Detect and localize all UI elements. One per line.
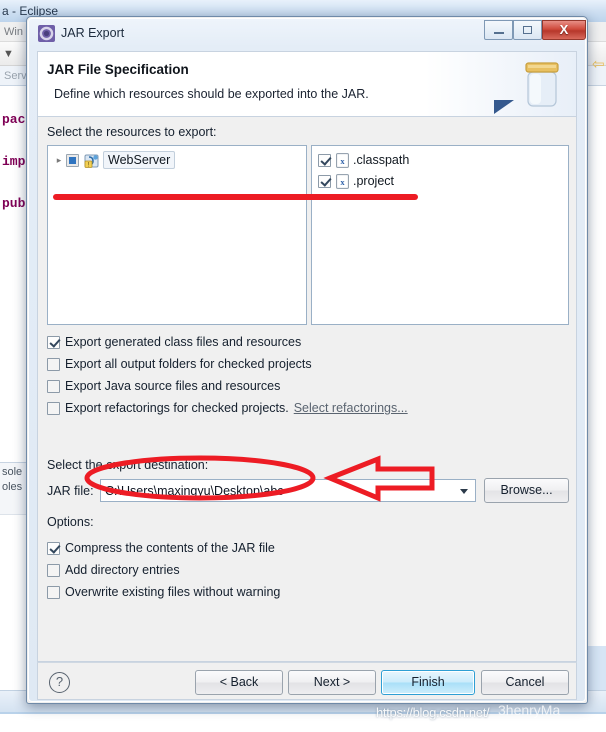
red-underline-annotation [53, 194, 418, 200]
minimize-button[interactable] [484, 20, 513, 40]
jar-jar-icon [494, 62, 559, 114]
watermark-url: https://blog.csdn.net/ [376, 705, 490, 720]
page-description: Define which resources should be exporte… [54, 87, 369, 101]
finish-button[interactable]: Finish [381, 670, 475, 695]
maximize-button[interactable] [513, 20, 542, 40]
tree-checkbox-webserver[interactable] [66, 153, 79, 167]
checkbox-export-generated-class-files[interactable]: Export generated class files and resourc… [47, 333, 301, 351]
resources-label: Select the resources to export: [47, 125, 217, 139]
destination-label: Select the export destination: [47, 458, 209, 472]
list-item[interactable]: x .project [318, 171, 394, 191]
file-checkbox-project[interactable] [318, 174, 331, 188]
collapse-arrow-icon[interactable]: ⇦ [592, 55, 605, 73]
browse-button[interactable]: Browse... [484, 478, 569, 503]
help-icon[interactable]: ? [49, 672, 70, 693]
checkbox-label: Export Java source files and resources [65, 379, 281, 393]
checkbox-label: Export refactorings for checked projects… [65, 401, 289, 415]
checkbox-export-java-source-files[interactable]: Export Java source files and resources [47, 377, 280, 395]
checkbox-compress-contents[interactable]: Compress the contents of the JAR file [47, 539, 275, 557]
back-button[interactable]: < Back [195, 670, 283, 695]
watermark-stamp: 3henryMa [498, 702, 561, 718]
jar-export-icon [38, 25, 55, 42]
checkbox-box[interactable] [47, 357, 60, 371]
checkbox-overwrite-existing-files[interactable]: Overwrite existing files without warning [47, 583, 280, 601]
checkbox-add-directory-entries[interactable]: Add directory entries [47, 561, 180, 579]
checkbox-box[interactable] [47, 563, 60, 577]
checkbox-label: Add directory entries [65, 563, 180, 577]
checkbox-box[interactable] [47, 379, 60, 393]
checkbox-label: Export all output folders for checked pr… [65, 357, 312, 371]
list-item-label: .classpath [353, 153, 410, 167]
checkbox-box[interactable] [47, 401, 60, 415]
checkbox-box[interactable] [47, 335, 60, 349]
xml-file-icon: x [336, 152, 349, 168]
dialog-title-bar[interactable]: JAR Export X [29, 19, 586, 49]
jar-file-combo[interactable] [100, 479, 476, 502]
checkbox-label: Overwrite existing files without warning [65, 585, 281, 599]
chevron-right-icon[interactable]: ▸ [52, 151, 66, 169]
xml-file-icon: x [336, 173, 349, 189]
checkbox-box[interactable] [47, 541, 60, 555]
chevron-down-icon[interactable] [454, 480, 475, 501]
list-item[interactable]: x .classpath [318, 150, 409, 170]
jar-file-label: JAR file: [47, 484, 94, 498]
checkbox-export-refactorings[interactable]: Export refactorings for checked projects… [47, 399, 408, 417]
file-checkbox-classpath[interactable] [318, 153, 331, 167]
cancel-button[interactable]: Cancel [481, 670, 569, 695]
dialog-button-bar: ? < Back Next > Finish Cancel [37, 662, 577, 700]
checkbox-export-all-output-folders[interactable]: Export all output folders for checked pr… [47, 355, 312, 373]
jar-export-dialog: JAR Export X JAR File Specification Defi… [26, 16, 588, 704]
page-title: JAR File Specification [47, 62, 189, 77]
java-project-icon: ! [84, 154, 99, 168]
dialog-header: JAR File Specification Define which reso… [37, 51, 577, 116]
next-button[interactable]: Next > [288, 670, 376, 695]
dialog-title: JAR Export [61, 26, 125, 40]
dialog-inner-frame: JAR Export X JAR File Specification Defi… [28, 18, 586, 702]
checkbox-label: Compress the contents of the JAR file [65, 541, 275, 555]
resource-files-panel[interactable]: x .classpath x .project [311, 145, 569, 325]
tree-item-webserver[interactable]: ▸ ! WebServer [48, 150, 176, 170]
close-button[interactable]: X [542, 20, 586, 40]
tree-item-label: WebServer [103, 151, 176, 169]
select-refactorings-link[interactable]: Select refactorings... [294, 401, 408, 415]
list-item-label: .project [353, 174, 394, 188]
options-label: Options: [47, 515, 94, 529]
checkbox-label: Export generated class files and resourc… [65, 335, 302, 349]
resource-tree-panel[interactable]: ▸ ! WebServer [47, 145, 307, 325]
checkbox-box[interactable] [47, 585, 60, 599]
jar-file-input[interactable] [101, 480, 453, 501]
